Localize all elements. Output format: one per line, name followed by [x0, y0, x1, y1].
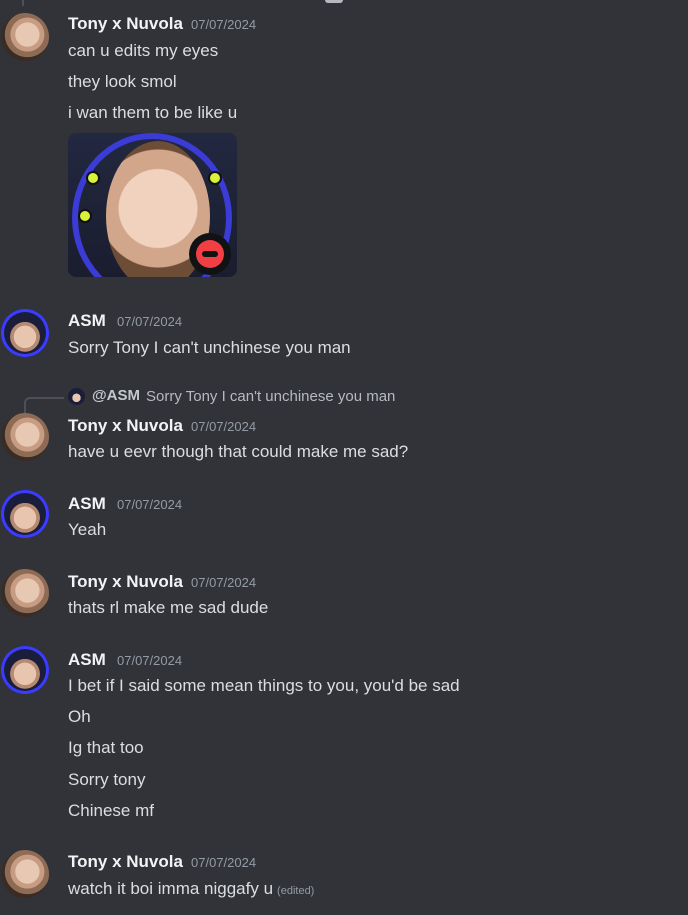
reply-preview-text[interactable]: Sorry Tony I can't unchinese you man: [146, 388, 395, 405]
avatar[interactable]: [1, 13, 49, 61]
message-timestamp[interactable]: 07/07/2024: [191, 855, 256, 870]
author-name[interactable]: ASM: [68, 650, 106, 670]
avatar[interactable]: [1, 646, 49, 694]
chat-message-list: Tony x Nuvola 07/07/2024 can u edits my …: [0, 0, 688, 915]
message-timestamp[interactable]: 07/07/2024: [117, 653, 182, 668]
author-name[interactable]: ASM: [68, 494, 106, 514]
message-text: i wan them to be like u: [68, 103, 238, 122]
attachment-accent-dot: [208, 171, 222, 185]
avatar[interactable]: [1, 413, 49, 461]
message-text: Oh: [68, 707, 91, 726]
message-timestamp[interactable]: 07/07/2024: [117, 497, 182, 512]
attachment-accent-dot: [78, 209, 92, 223]
attachment-accent-dot: [86, 171, 100, 185]
message-text: Ig that too: [68, 738, 144, 757]
author-name[interactable]: Tony x Nuvola: [68, 852, 183, 872]
message-text: thats rl make me sad dude: [68, 598, 269, 617]
message-text: Sorry tony: [68, 770, 146, 789]
message-text: Chinese mf: [68, 801, 154, 820]
message-text: watch it boi imma niggafy u (edited): [68, 879, 314, 899]
message-timestamp[interactable]: 07/07/2024: [117, 314, 182, 329]
author-name[interactable]: Tony x Nuvola: [68, 572, 183, 592]
avatar[interactable]: [1, 490, 49, 538]
message-timestamp[interactable]: 07/07/2024: [191, 17, 256, 32]
avatar[interactable]: [1, 850, 49, 898]
reply-mention[interactable]: @ASM: [92, 387, 140, 404]
message-text: have u eevr though that could make me sa…: [68, 442, 409, 461]
message-timestamp[interactable]: 07/07/2024: [191, 419, 256, 434]
message-timestamp[interactable]: 07/07/2024: [191, 575, 256, 590]
image-attachment[interactable]: [68, 133, 237, 277]
message-text: Yeah: [68, 520, 107, 539]
reply-avatar[interactable]: [68, 388, 85, 405]
avatar[interactable]: [1, 309, 49, 357]
scroll-fade-chip: [325, 0, 343, 3]
reply-connector-line: [22, 0, 24, 6]
reply-connector-line: [24, 397, 64, 413]
avatar[interactable]: [1, 569, 49, 617]
message-text: I bet if I said some mean things to you,…: [68, 676, 460, 695]
dnd-status-icon: [189, 233, 231, 275]
author-name[interactable]: Tony x Nuvola: [68, 416, 183, 436]
author-name[interactable]: ASM: [68, 311, 106, 331]
message-text: Sorry Tony I can't unchinese you man: [68, 338, 351, 357]
message-text: they look smol: [68, 72, 177, 91]
message-text: can u edits my eyes: [68, 41, 219, 60]
message-text-content: watch it boi imma niggafy u: [68, 879, 274, 898]
edited-label: (edited): [277, 885, 315, 897]
author-name[interactable]: Tony x Nuvola: [68, 14, 183, 34]
